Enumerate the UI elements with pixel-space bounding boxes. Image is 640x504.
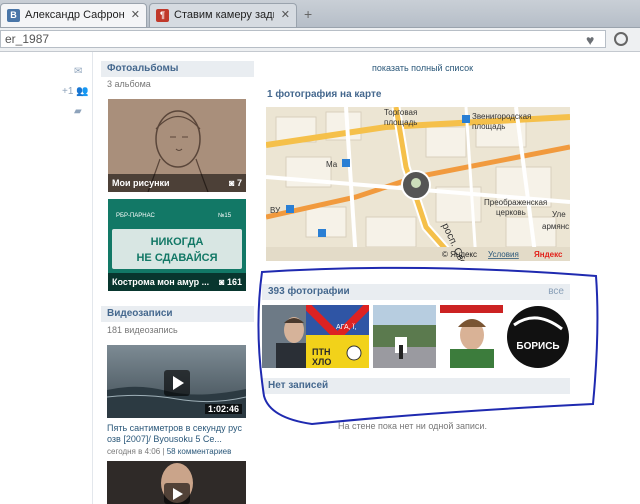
annotation-outline (257, 266, 599, 426)
